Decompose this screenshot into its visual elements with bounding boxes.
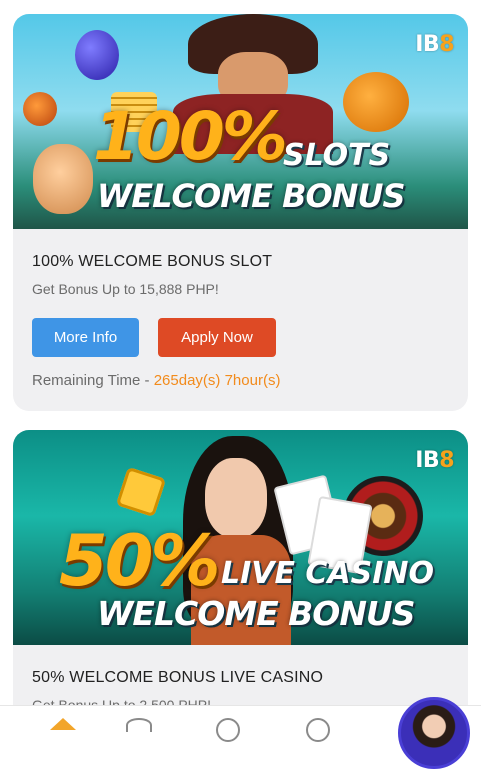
apply-now-button[interactable]: Apply Now: [158, 318, 276, 357]
home-icon[interactable]: [50, 718, 76, 732]
promo-card-body: 50% WELCOME BONUS LIVE CASINO Get Bonus …: [13, 669, 468, 705]
banner-headline: WELCOME BONUS: [97, 177, 405, 215]
remaining-time: Remaining Time - 265day(s) 7hour(s): [32, 372, 449, 389]
promo-title: 100% WELCOME BONUS SLOT: [32, 253, 273, 270]
promo-actions: More Info Apply Now: [32, 318, 449, 357]
support-icon[interactable]: [306, 718, 332, 742]
promo-card-body: 100% WELCOME BONUS SLOT Get Bonus Up to …: [13, 253, 468, 389]
gift-icon[interactable]: [126, 718, 152, 732]
promo-card: IB8 50% LIVE CASINO WELCOME BONUS 50% WE…: [13, 430, 468, 705]
banner-category: LIVE CASINO: [221, 556, 435, 591]
more-info-button[interactable]: More Info: [32, 318, 139, 357]
remaining-time-label: Remaining Time -: [32, 372, 154, 389]
character-graphic: [33, 144, 93, 214]
live-chat-avatar[interactable]: [398, 697, 470, 769]
banner-percent: 50%: [59, 520, 221, 602]
pumpkin-graphic: [343, 72, 409, 132]
brand-logo: IB8: [415, 448, 454, 473]
promotion-icon[interactable]: [216, 718, 242, 742]
promotion-list[interactable]: IB8 100% SLOTS WELCOME BONUS 100% WELCOM…: [0, 0, 481, 705]
promo-description: Get Bonus Up to 2,500 PHP!: [32, 697, 211, 705]
promo-title: 50% WELCOME BONUS LIVE CASINO: [32, 669, 324, 686]
banner-headline: WELCOME BONUS: [97, 594, 415, 633]
grapes-graphic: [75, 30, 119, 80]
banner-percent: 100%: [93, 98, 288, 175]
fruit-graphic: [23, 92, 57, 126]
banner-category: SLOTS: [283, 138, 391, 173]
dice-graphic: [115, 466, 167, 518]
promo-card: IB8 100% SLOTS WELCOME BONUS 100% WELCOM…: [13, 14, 468, 411]
remaining-time-value: 265day(s) 7hour(s): [153, 372, 281, 389]
promo-description: Get Bonus Up to 15,888 PHP!: [32, 281, 219, 297]
brand-logo: IB8: [415, 32, 454, 57]
promo-banner-live-casino[interactable]: IB8 50% LIVE CASINO WELCOME BONUS: [13, 430, 468, 645]
promo-banner-slots[interactable]: IB8 100% SLOTS WELCOME BONUS: [13, 14, 468, 229]
